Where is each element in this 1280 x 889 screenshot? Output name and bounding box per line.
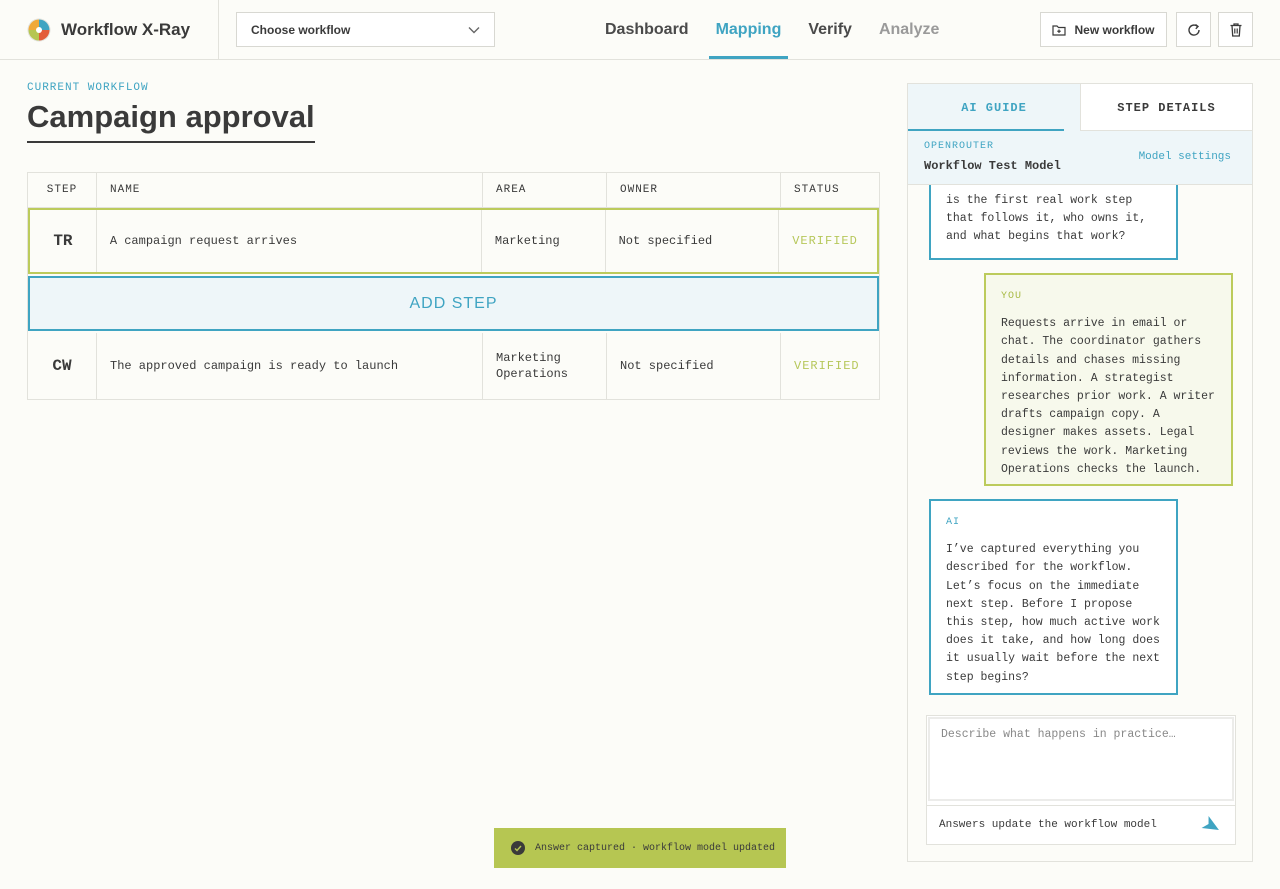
assistant-panel: AI GUIDE STEP DETAILS OPENROUTER Workflo…	[907, 83, 1253, 862]
step-code: TR	[30, 210, 97, 272]
trash-icon	[1230, 22, 1241, 37]
current-workflow-label: CURRENT WORKFLOW	[27, 82, 149, 94]
step-owner: Not specified	[606, 210, 780, 272]
app-title: Workflow X-Ray	[61, 19, 191, 39]
logo-icon	[27, 18, 51, 41]
chat-message-ai: AI I’ve captured everything you describe…	[929, 499, 1178, 695]
composer-hint: Answers update the workflow model	[939, 819, 1157, 831]
status-badge: VERIFIED	[792, 234, 858, 248]
status-badge: VERIFIED	[794, 359, 860, 373]
chevron-down-icon	[468, 26, 480, 33]
model-bar: OPENROUTER Workflow Test Model Model set…	[908, 131, 1252, 185]
new-workflow-label: New workflow	[1074, 22, 1155, 37]
send-icon[interactable]	[1201, 815, 1223, 837]
model-name: Workflow Test Model	[924, 159, 1061, 173]
table-header: STEP NAME AREA OWNER STATUS	[28, 173, 879, 208]
column-header-status: STATUS	[794, 184, 840, 196]
delete-button[interactable]	[1218, 12, 1253, 47]
message-text: Requests arrive in email or chat. The co…	[1001, 317, 1215, 476]
toast-notification: Answer captured · workflow model updated	[494, 828, 786, 868]
main-nav: Dashboard Mapping Verify Analyze	[595, 0, 956, 59]
provider-label: OPENROUTER	[924, 141, 995, 152]
tab-verify[interactable]: Verify	[798, 0, 862, 59]
brand[interactable]: Workflow X-Ray	[0, 0, 219, 59]
steps-table: STEP NAME AREA OWNER STATUS TR A campaig…	[27, 172, 880, 400]
workflow-select-value: Choose workflow	[251, 22, 351, 37]
page-title: Campaign approval	[27, 99, 315, 143]
message-text: is the first real work step that follows…	[946, 194, 1147, 244]
check-circle-icon	[511, 841, 525, 855]
step-area: Marketing	[482, 210, 606, 272]
top-bar: Workflow X-Ray Choose workflow Dashboard…	[0, 0, 1280, 60]
column-header-owner: OWNER	[607, 173, 781, 207]
table-row[interactable]: TR A campaign request arrives Marketing …	[28, 208, 879, 274]
column-header-step: STEP	[28, 173, 97, 207]
tab-dashboard[interactable]: Dashboard	[595, 0, 699, 59]
composer-footer: Answers update the workflow model	[927, 805, 1235, 844]
column-header-name: NAME	[97, 173, 483, 207]
tab-mapping[interactable]: Mapping	[706, 0, 792, 59]
toast-text: Answer captured · workflow model updated	[535, 842, 776, 854]
step-name: A campaign request arrives	[97, 210, 482, 272]
step-name: The approved campaign is ready to launch	[97, 333, 483, 399]
tab-ai-guide[interactable]: AI GUIDE	[908, 84, 1081, 131]
workflow-select[interactable]: Choose workflow	[236, 12, 495, 47]
message-role: AI	[946, 517, 961, 528]
step-code: CW	[28, 333, 97, 399]
message-text: I’ve captured everything you described f…	[946, 543, 1160, 684]
model-settings-link[interactable]: Model settings	[1139, 151, 1231, 163]
table-row[interactable]: CW The approved campaign is ready to lau…	[28, 333, 879, 399]
new-folder-icon	[1052, 24, 1067, 36]
message-role: YOU	[1001, 291, 1023, 302]
chat-message-user: YOU Requests arrive in email or chat. Th…	[984, 273, 1233, 486]
step-owner: Not specified	[607, 333, 781, 399]
refresh-icon	[1187, 23, 1200, 36]
tab-step-details[interactable]: STEP DETAILS	[1081, 84, 1252, 131]
step-area: Marketing Operations	[483, 333, 607, 399]
message-input[interactable]	[928, 717, 1234, 801]
column-header-area: AREA	[483, 173, 607, 207]
message-composer: Answers update the workflow model	[926, 715, 1236, 845]
refresh-button[interactable]	[1176, 12, 1211, 47]
panel-tabs: AI GUIDE STEP DETAILS	[908, 84, 1252, 131]
new-workflow-button[interactable]: New workflow	[1040, 12, 1167, 47]
tab-analyze[interactable]: Analyze	[869, 0, 949, 59]
add-step-button[interactable]: ADD STEP	[28, 276, 879, 331]
